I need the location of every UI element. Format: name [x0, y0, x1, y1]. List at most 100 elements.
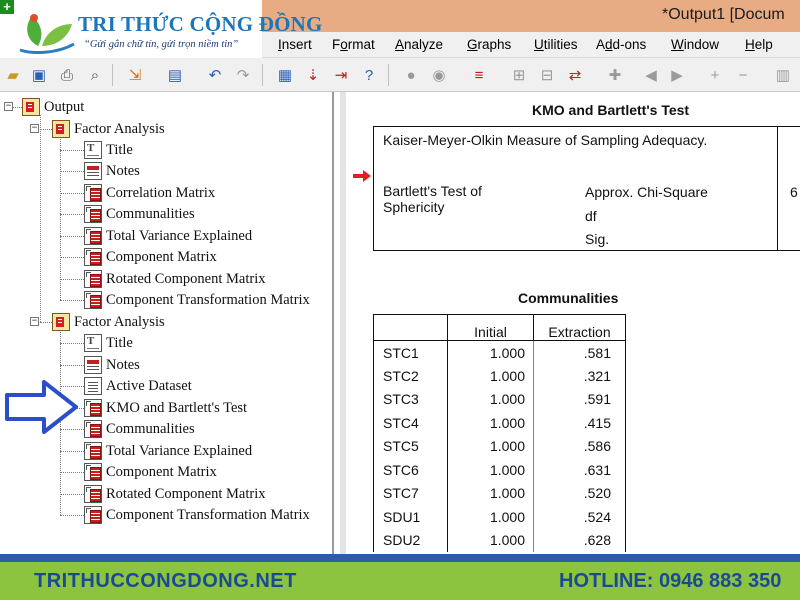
toolbar: ▰ ▣ ⎙ ⌕ ⇲ ▤ ↶ ↷ ▦ ⇣ ⇥ ? ● ◉ ≡ ⊞ ⊟ ⇄ ✚ ◀ … — [0, 58, 800, 92]
menu-help[interactable]: Help — [745, 37, 773, 52]
goto-data-icon[interactable]: ▦ — [274, 64, 296, 86]
outline-item-kmo-bartlett[interactable]: KMO and Bartlett's Test — [84, 398, 247, 418]
outline-root[interactable]: Output — [22, 97, 84, 117]
table-icon — [84, 420, 102, 438]
collapse-icon[interactable]: − — [732, 64, 754, 86]
menu-analyze[interactable]: Analyze — [395, 37, 443, 52]
table-row: SDU2 1.000.628 — [373, 528, 626, 552]
outline-group-factor-analysis-1[interactable]: Factor Analysis — [52, 119, 165, 139]
table-icon — [84, 291, 102, 309]
export-icon[interactable]: ⇲ — [124, 64, 146, 86]
sig-label: Sig. — [585, 231, 610, 247]
outline-item-rotated-component-matrix[interactable]: Rotated Component Matrix — [84, 269, 265, 289]
communalities-table-title: Communalities — [518, 290, 619, 306]
collapse-output-toggle[interactable]: − — [4, 102, 13, 111]
outline-item-component-transformation-matrix[interactable]: Component Transformation Matrix — [84, 505, 310, 525]
leaf-logo-icon — [19, 14, 75, 54]
outline-pane[interactable]: − − − Output Factor Analysis Title Notes… — [0, 92, 334, 554]
factor-analysis-book-icon — [52, 313, 70, 331]
notes-icon — [84, 356, 102, 374]
corner-header — [373, 314, 448, 341]
table-icon — [84, 248, 102, 266]
factor-analysis-book-icon — [52, 120, 70, 138]
annotation-arrow-icon — [5, 380, 78, 434]
outline-item-total-variance[interactable]: Total Variance Explained — [84, 226, 252, 246]
table-row: STC2 1.000.321 — [373, 364, 626, 388]
table-row: STC7 1.000.520 — [373, 481, 626, 505]
table-row: STC4 1.000.415 — [373, 411, 626, 435]
brand-slogan: “Gửi gắn chữ tín, gửi trọn niềm tin” — [84, 39, 239, 50]
chi-square-value: 6 — [790, 184, 798, 200]
outline-item-total-variance[interactable]: Total Variance Explained — [84, 441, 252, 461]
insert-heading-icon[interactable]: ⊞ — [508, 64, 530, 86]
outline-item-component-matrix[interactable]: Component Matrix — [84, 247, 217, 267]
output-content-pane[interactable]: KMO and Bartlett's Test Kaiser-Meyer-Olk… — [340, 92, 800, 554]
kmo-table-title: KMO and Bartlett's Test — [532, 102, 690, 118]
menu-window[interactable]: Window — [671, 37, 719, 52]
table-row: STC6 1.000.631 — [373, 458, 626, 482]
approx-chi-square-label: Approx. Chi-Square — [585, 184, 708, 200]
collapse-group-1-toggle[interactable]: − — [30, 124, 39, 133]
menu-format[interactable]: Format — [332, 37, 375, 52]
show-item-icon[interactable]: ▥ — [772, 64, 794, 86]
footer-hotline[interactable]: HOTLINE: 0946 883 350 — [559, 570, 781, 593]
extraction-header: Extraction — [533, 314, 626, 341]
goto-variable-icon[interactable]: ⇥ — [330, 64, 352, 86]
use-sets-icon[interactable]: ● — [400, 64, 422, 86]
print-preview-icon[interactable]: ⌕ — [84, 64, 106, 86]
title-icon — [84, 141, 102, 159]
expand-icon[interactable]: + — [704, 64, 726, 86]
variables-icon[interactable]: ? — [358, 64, 380, 86]
table-icon — [84, 399, 102, 417]
undo-icon[interactable]: ↶ — [204, 64, 226, 86]
table-icon — [84, 184, 102, 202]
outline-item-notes[interactable]: Notes — [84, 161, 140, 181]
initial-header: Initial — [447, 314, 534, 341]
title-icon — [84, 334, 102, 352]
table-icon — [84, 270, 102, 288]
communalities-table[interactable]: Initial Extraction STC1 1.000.581 STC2 1.0… — [373, 314, 626, 552]
outline-item-component-transformation-matrix[interactable]: Component Transformation Matrix — [84, 290, 310, 310]
table-row: SDU1 1.000.524 — [373, 505, 626, 529]
save-icon[interactable]: ▣ — [28, 64, 50, 86]
outline-item-notes[interactable]: Notes — [84, 355, 140, 375]
recall-dialog-icon[interactable]: ▤ — [164, 64, 186, 86]
show-all-icon[interactable]: ◉ — [428, 64, 450, 86]
insert-plus-icon[interactable]: ✚ — [604, 64, 626, 86]
outline-item-communalities[interactable]: Communalities — [84, 204, 195, 224]
open-folder-icon[interactable]: ▰ — [2, 64, 24, 86]
table-icon — [84, 485, 102, 503]
insert-title-icon[interactable]: ⊟ — [536, 64, 558, 86]
table-row: STC3 1.000.591 — [373, 387, 626, 411]
designate-window-icon[interactable]: ≡ — [468, 64, 490, 86]
footer-website[interactable]: TRITHUCCONGDONG.NET — [34, 570, 297, 593]
menu-graphs[interactable]: Graphs — [467, 37, 511, 52]
outline-item-component-matrix[interactable]: Component Matrix — [84, 462, 217, 482]
menu-add-ons[interactable]: Add-ons — [596, 37, 646, 52]
redo-icon[interactable]: ↷ — [232, 64, 254, 86]
table-row: STC5 1.000.586 — [373, 434, 626, 458]
insert-text-icon[interactable]: ⇄ — [564, 64, 586, 86]
brand-logo: + TRI THỨC CỘNG ĐỒNG “Gửi gắn chữ tín, g… — [0, 0, 322, 62]
menu-bar: Insert Format Analyze Graphs Utilities A… — [262, 32, 800, 58]
promote-icon[interactable]: ◀ — [640, 64, 662, 86]
red-pointer-arrow-icon — [353, 170, 371, 182]
menu-utilities[interactable]: Utilities — [534, 37, 578, 52]
table-icon — [84, 227, 102, 245]
menu-insert[interactable]: Insert — [278, 37, 312, 52]
table-icon — [84, 506, 102, 524]
output-book-icon — [22, 98, 40, 116]
outline-group-factor-analysis-2[interactable]: Factor Analysis — [52, 312, 165, 332]
outline-item-title[interactable]: Title — [84, 333, 133, 353]
outline-item-title[interactable]: Title — [84, 140, 133, 160]
goto-case-icon[interactable]: ⇣ — [302, 64, 324, 86]
outline-item-rotated-component-matrix[interactable]: Rotated Component Matrix — [84, 484, 265, 504]
print-icon[interactable]: ⎙ — [56, 64, 78, 86]
outline-item-communalities[interactable]: Communalities — [84, 419, 195, 439]
table-icon — [84, 205, 102, 223]
collapse-group-2-toggle[interactable]: − — [30, 317, 39, 326]
outline-item-active-dataset[interactable]: Active Dataset — [84, 376, 192, 396]
demote-icon[interactable]: ▶ — [666, 64, 688, 86]
df-label: df — [585, 208, 597, 224]
outline-item-correlation-matrix[interactable]: Correlation Matrix — [84, 183, 215, 203]
